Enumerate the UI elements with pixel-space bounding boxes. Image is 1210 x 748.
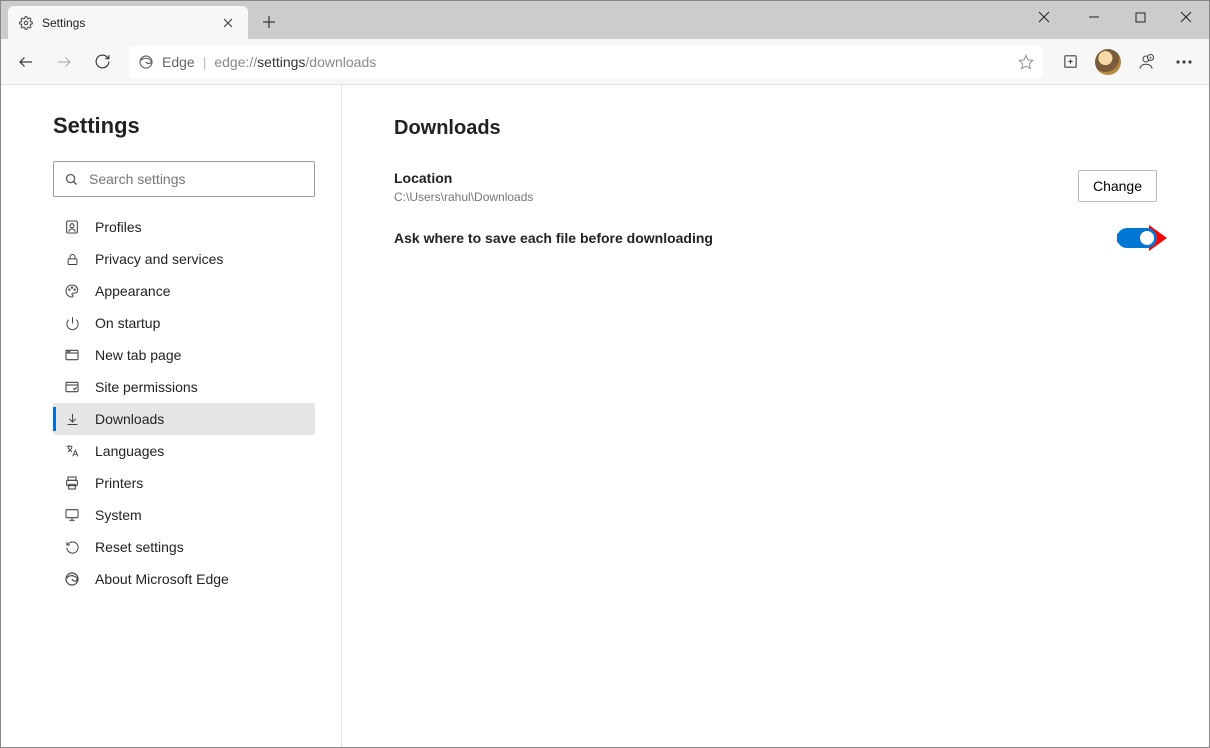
forward-button[interactable] <box>47 45 81 79</box>
edge-logo-icon <box>63 571 81 587</box>
nav-label: Site permissions <box>95 379 198 395</box>
ask-before-label: Ask where to save each file before downl… <box>394 230 713 246</box>
location-label: Location <box>394 170 533 186</box>
nav-about[interactable]: About Microsoft Edge <box>53 563 315 595</box>
settings-nav: Profiles Privacy and services Appearance… <box>53 211 315 595</box>
menu-button[interactable] <box>1167 45 1201 79</box>
change-location-button[interactable]: Change <box>1078 170 1157 202</box>
window-close-button[interactable] <box>1021 1 1067 33</box>
nav-privacy[interactable]: Privacy and services <box>53 243 315 275</box>
titlebar: Settings <box>1 1 1209 39</box>
nav-downloads[interactable]: Downloads <box>53 403 315 435</box>
search-input[interactable] <box>89 171 304 187</box>
nav-languages[interactable]: Languages <box>53 435 315 467</box>
reset-icon <box>63 540 81 555</box>
browser-tab[interactable]: Settings <box>8 6 248 39</box>
window-minimize-button[interactable] <box>1071 1 1117 33</box>
nav-label: On startup <box>95 315 160 331</box>
gear-icon <box>18 15 34 31</box>
ask-before-toggle[interactable] <box>1117 228 1157 248</box>
nav-reset[interactable]: Reset settings <box>53 531 315 563</box>
refresh-button[interactable] <box>85 45 119 79</box>
search-settings-field[interactable] <box>53 161 315 197</box>
nav-label: About Microsoft Edge <box>95 571 229 587</box>
nav-site-permissions[interactable]: Site permissions <box>53 371 315 403</box>
palette-icon <box>63 283 81 299</box>
back-button[interactable] <box>9 45 43 79</box>
lock-icon <box>63 252 81 267</box>
window-close-button-2[interactable] <box>1163 1 1209 33</box>
content-area: Settings Profiles Privacy and services A… <box>1 85 1209 747</box>
address-bar[interactable]: Edge | edge://settings/downloads <box>129 46 1043 78</box>
profile-button[interactable] <box>1091 45 1125 79</box>
site-identity-label: Edge <box>162 54 195 70</box>
avatar <box>1095 49 1121 75</box>
language-icon <box>63 443 81 459</box>
location-row: Location C:\Users\rahul\Downloads Change <box>394 170 1157 204</box>
printer-icon <box>63 475 81 491</box>
collections-button[interactable] <box>1053 45 1087 79</box>
nav-appearance[interactable]: Appearance <box>53 275 315 307</box>
power-icon <box>63 316 81 331</box>
nav-label: Printers <box>95 475 143 491</box>
nav-label: Appearance <box>95 283 171 299</box>
tab-title: Settings <box>42 16 218 30</box>
settings-heading: Settings <box>53 113 315 139</box>
nav-label: Downloads <box>95 411 164 427</box>
new-tab-button[interactable] <box>254 7 284 37</box>
favorite-icon[interactable] <box>1018 54 1034 70</box>
nav-label: Profiles <box>95 219 142 235</box>
permissions-icon <box>63 379 81 395</box>
search-icon <box>64 172 79 187</box>
browser-toolbar: Edge | edge://settings/downloads ✦ <box>1 39 1209 85</box>
url-text: edge://settings/downloads <box>214 54 1010 70</box>
window-controls <box>1021 1 1209 33</box>
address-separator: | <box>203 54 207 70</box>
settings-main-panel: Downloads Location C:\Users\rahul\Downlo… <box>342 85 1209 747</box>
location-path: C:\Users\rahul\Downloads <box>394 190 533 204</box>
ask-before-row: Ask where to save each file before downl… <box>394 228 1157 248</box>
page-title: Downloads <box>394 117 1157 140</box>
window-maximize-button[interactable] <box>1117 1 1163 33</box>
system-icon <box>63 507 81 523</box>
download-icon <box>63 412 81 427</box>
nav-label: System <box>95 507 142 523</box>
newtab-icon <box>63 347 81 363</box>
nav-system[interactable]: System <box>53 499 315 531</box>
edge-icon <box>138 54 154 70</box>
svg-text:✦: ✦ <box>1149 55 1153 60</box>
nav-startup[interactable]: On startup <box>53 307 315 339</box>
nav-printers[interactable]: Printers <box>53 467 315 499</box>
nav-label: Languages <box>95 443 164 459</box>
tab-close-button[interactable] <box>218 13 238 33</box>
profile-icon <box>63 219 81 235</box>
nav-label: Privacy and services <box>95 251 223 267</box>
settings-sidebar: Settings Profiles Privacy and services A… <box>1 85 342 747</box>
nav-label: Reset settings <box>95 539 184 555</box>
nav-newtab[interactable]: New tab page <box>53 339 315 371</box>
nav-label: New tab page <box>95 347 181 363</box>
feedback-button[interactable]: ✦ <box>1129 45 1163 79</box>
nav-profiles[interactable]: Profiles <box>53 211 315 243</box>
